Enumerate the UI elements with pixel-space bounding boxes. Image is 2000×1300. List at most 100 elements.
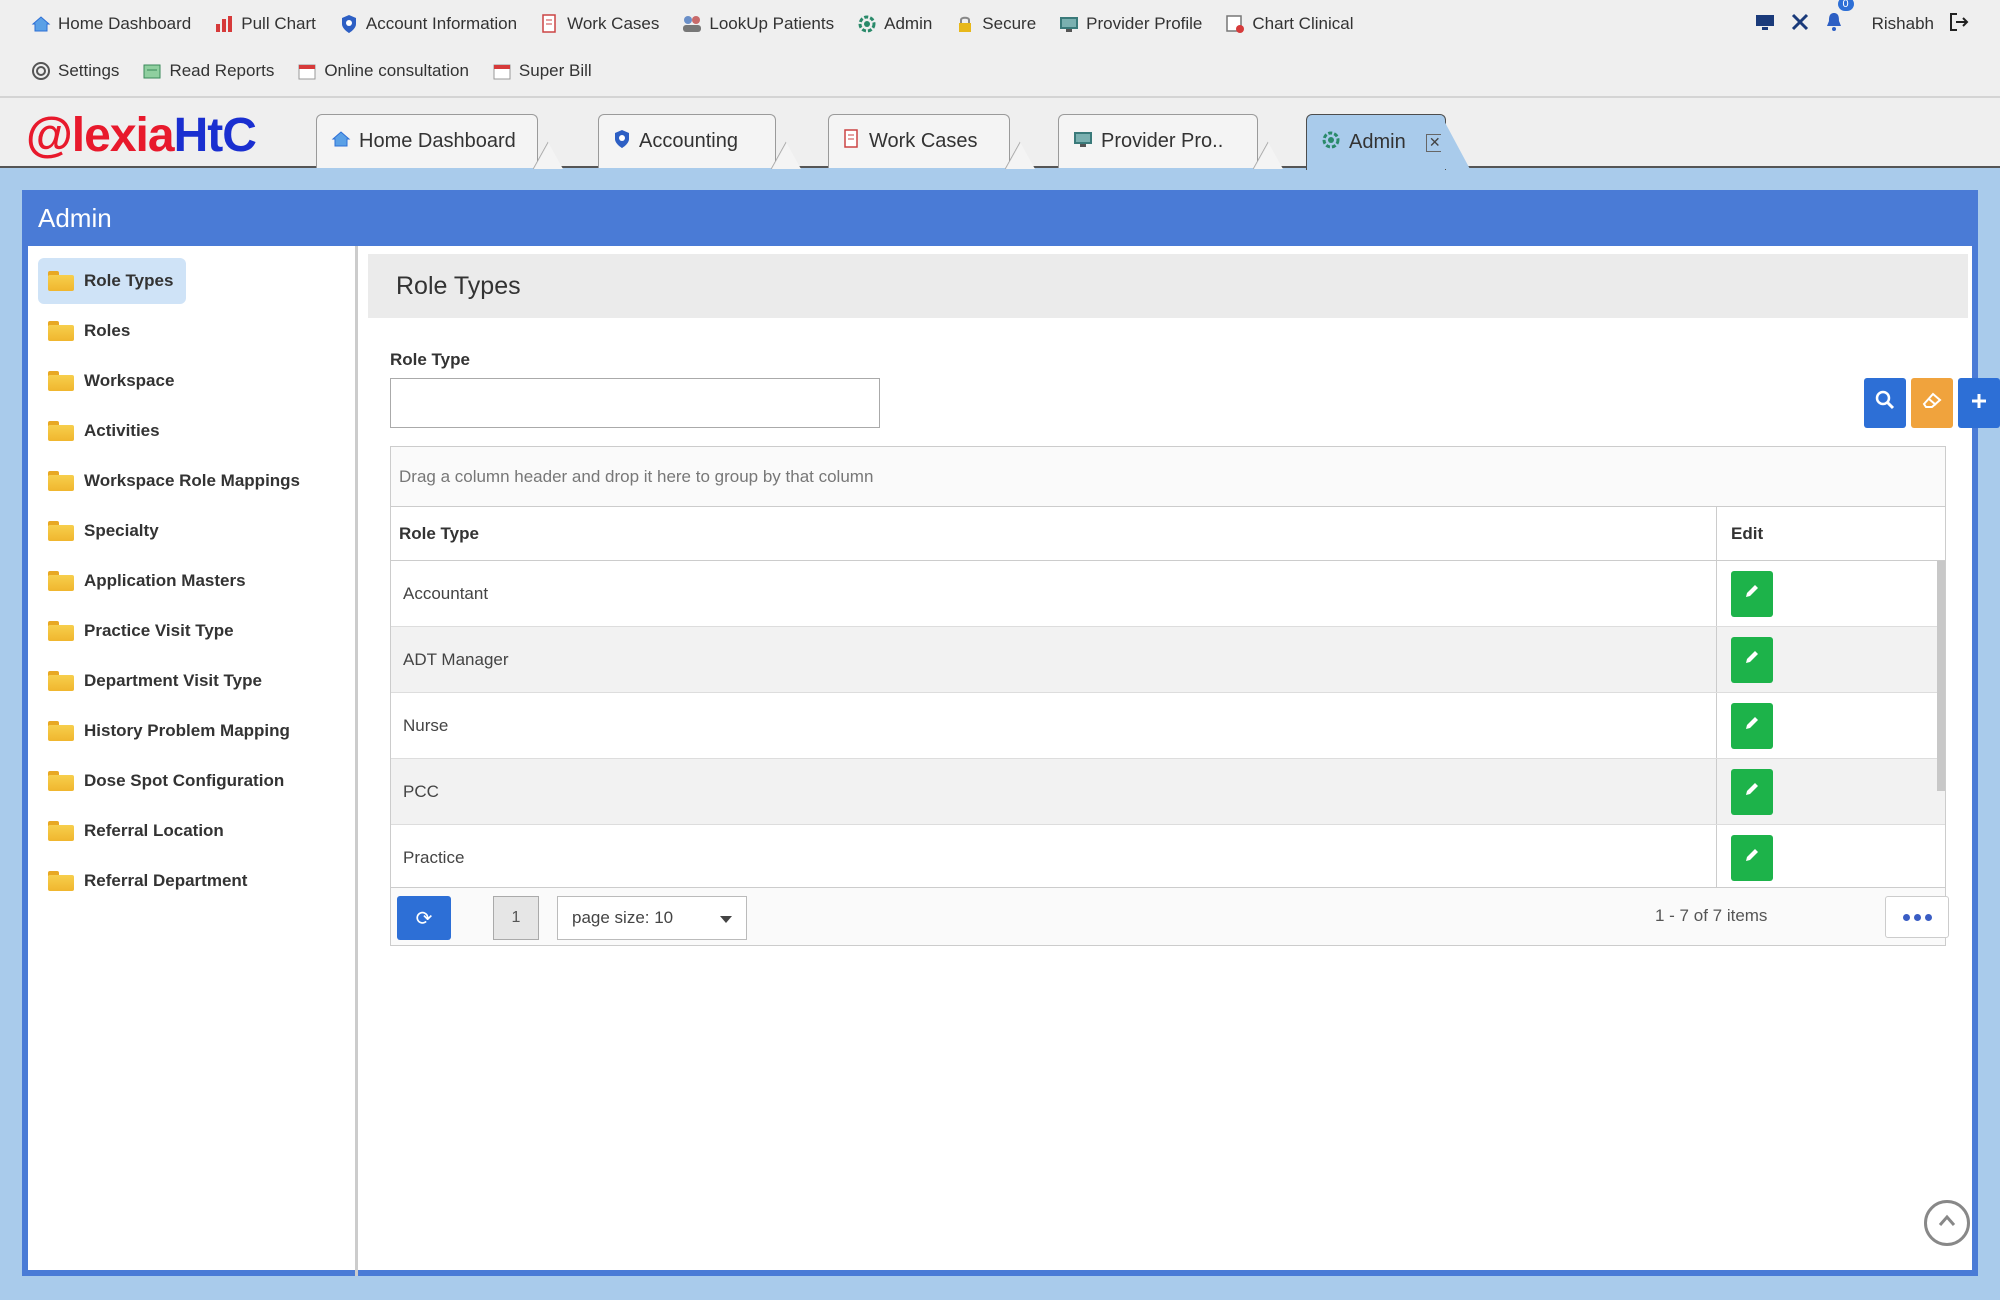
main-content: Role Types Role Type Drag a column heade… (366, 246, 2000, 1266)
notifications-button[interactable]: 0 (1824, 0, 1854, 38)
edit-button[interactable] (1731, 834, 1773, 881)
table-row: Practice (391, 825, 1945, 887)
edit-button[interactable] (1731, 702, 1773, 749)
more-options-button[interactable] (1885, 896, 1949, 938)
nav-admin[interactable]: Admin (856, 13, 932, 35)
admin-panel: Admin Role Types Roles Workspace Activit… (22, 190, 2000, 1276)
document-icon (539, 13, 561, 35)
app-logo: @lexiaHtC (26, 109, 257, 162)
sidebar-item-referral-department[interactable]: Referral Department (38, 858, 345, 904)
eraser-icon (1921, 390, 1943, 416)
fullscreen-icon[interactable] (1790, 12, 1810, 37)
monitor-icon (1058, 13, 1080, 35)
tab-home-dashboard[interactable]: Home Dashboard (316, 114, 538, 168)
clear-button[interactable] (1911, 378, 1953, 428)
page-size-select[interactable]: page size: 10 (557, 896, 747, 940)
tab-accounting[interactable]: Accounting (598, 114, 776, 168)
top-navigation: Home Dashboard Pull Chart Account Inform… (0, 0, 2000, 96)
nav-row-1: Home Dashboard Pull Chart Account Inform… (30, 6, 1375, 42)
sidebar-item-history-problem-mapping[interactable]: History Problem Mapping (38, 708, 345, 754)
monitor-icon[interactable] (1754, 12, 1776, 37)
grid-scrollbar[interactable] (1937, 561, 1945, 791)
folder-icon (48, 771, 74, 791)
nav-work-cases[interactable]: Work Cases (539, 13, 659, 35)
scroll-to-top-button[interactable] (1924, 1200, 1970, 1246)
document-icon (843, 128, 861, 155)
nav-chart-clinical[interactable]: Chart Clinical (1224, 13, 1353, 35)
nav-home-dashboard[interactable]: Home Dashboard (30, 13, 191, 35)
page-number-button[interactable]: 1 (493, 896, 539, 940)
nav-account-information[interactable]: Account Information (338, 13, 517, 35)
role-type-cell: PCC (391, 759, 1717, 824)
chevron-down-icon (720, 916, 732, 923)
edit-button[interactable] (1731, 636, 1773, 683)
nav-right-tools: 0 Rishabh (1754, 0, 1970, 42)
logout-icon[interactable] (1948, 11, 1970, 38)
chevron-up-icon (1935, 1209, 1959, 1238)
nav-read-reports[interactable]: Read Reports (141, 60, 274, 82)
plus-icon (1970, 390, 1988, 416)
tab-band: @lexiaHtC Home Dashboard Accounting Work… (0, 96, 2000, 170)
table-row: PCC (391, 759, 1945, 825)
chart-clinical-icon (1224, 13, 1246, 35)
add-button[interactable] (1958, 378, 2000, 428)
sidebar-item-workspace-role-mappings[interactable]: Workspace Role Mappings (38, 458, 345, 504)
close-icon[interactable]: ✕ (1425, 133, 1444, 152)
sidebar-item-practice-visit-type[interactable]: Practice Visit Type (38, 608, 345, 654)
edit-button[interactable] (1731, 768, 1773, 815)
grid-pager: ⟳ 1 page size: 10 1 - 7 of 7 items (391, 887, 1949, 945)
nav-pull-chart[interactable]: Pull Chart (213, 13, 316, 35)
table-row: ADT Manager (391, 627, 1945, 693)
folder-icon (48, 821, 74, 841)
nav-provider-profile[interactable]: Provider Profile (1058, 13, 1202, 35)
bell-icon (1824, 12, 1844, 37)
user-name[interactable]: Rishabh (1872, 14, 1934, 34)
folder-icon (48, 871, 74, 891)
folder-icon (48, 421, 74, 441)
role-type-input[interactable] (390, 378, 880, 428)
gear-icon (1321, 130, 1341, 156)
table-row: Nurse (391, 693, 1945, 759)
nav-super-bill[interactable]: Super Bill (491, 60, 592, 82)
tab-admin[interactable]: Admin ✕ (1306, 114, 1446, 170)
home-icon (331, 129, 351, 155)
sidebar-item-roles[interactable]: Roles (38, 308, 345, 354)
sidebar-item-activities[interactable]: Activities (38, 408, 345, 454)
folder-icon (48, 371, 74, 391)
pencil-icon (1743, 648, 1761, 671)
sidebar-item-application-masters[interactable]: Application Masters (38, 558, 345, 604)
pencil-icon (1743, 714, 1761, 737)
table-row: Accountant (391, 561, 1945, 627)
nav-lookup-patients[interactable]: LookUp Patients (681, 13, 834, 35)
sidebar-item-workspace[interactable]: Workspace (38, 358, 345, 404)
role-type-cell: ADT Manager (391, 627, 1717, 692)
folder-icon (48, 521, 74, 541)
reports-icon (141, 60, 163, 82)
nav-secure[interactable]: Secure (954, 13, 1036, 35)
shield-icon (613, 129, 631, 155)
tab-provider-profile[interactable]: Provider Pro.. (1058, 114, 1258, 168)
nav-row-2: Settings Read Reports Online consultatio… (30, 53, 614, 89)
column-header-role-type[interactable]: Role Type (391, 507, 1717, 560)
sidebar-item-referral-location[interactable]: Referral Location (38, 808, 345, 854)
nav-settings[interactable]: Settings (30, 60, 119, 82)
folder-icon (48, 321, 74, 341)
lock-icon (954, 13, 976, 35)
grid-header: Role Type Edit (391, 507, 1945, 561)
edit-button[interactable] (1731, 570, 1773, 617)
group-drop-area[interactable]: Drag a column header and drop it here to… (391, 447, 1945, 507)
sidebar-item-dose-spot-configuration[interactable]: Dose Spot Configuration (38, 758, 345, 804)
admin-sidebar: Role Types Roles Workspace Activities Wo… (28, 246, 358, 1276)
column-header-edit[interactable]: Edit (1717, 507, 1937, 560)
sidebar-item-department-visit-type[interactable]: Department Visit Type (38, 658, 345, 704)
page-title: Role Types (368, 254, 1968, 318)
search-button[interactable] (1864, 378, 1906, 428)
folder-icon (48, 571, 74, 591)
refresh-button[interactable]: ⟳ (397, 896, 451, 940)
sidebar-item-role-types[interactable]: Role Types (38, 258, 186, 304)
nav-online-consultation[interactable]: Online consultation (296, 60, 469, 82)
tab-work-cases[interactable]: Work Cases (828, 114, 1010, 168)
calendar-icon (296, 60, 318, 82)
settings-icon (30, 60, 52, 82)
sidebar-item-specialty[interactable]: Specialty (38, 508, 345, 554)
